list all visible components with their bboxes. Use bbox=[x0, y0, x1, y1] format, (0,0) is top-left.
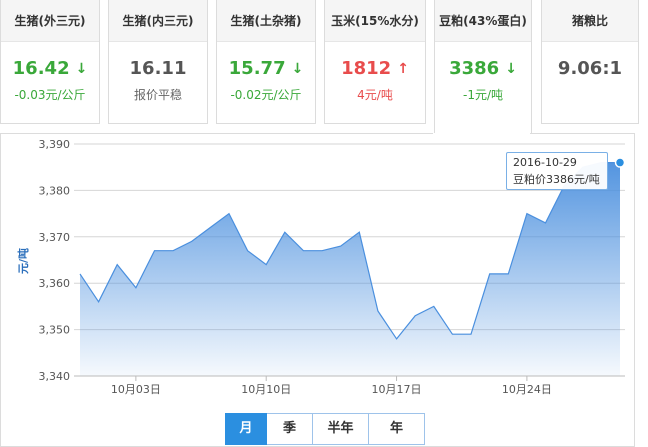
tooltip-date: 2016-10-29 bbox=[513, 156, 577, 169]
arrow-down-icon: ↓ bbox=[291, 61, 304, 77]
card-pig-local[interactable]: 生猪(土杂猪) 15.77 ↓ -0.02元/公斤 bbox=[216, 0, 316, 124]
tab-month[interactable]: 月 bbox=[225, 413, 267, 445]
tab-quarter[interactable]: 季 bbox=[267, 413, 313, 445]
tooltip-value: 豆粕价3386元/吨 bbox=[513, 173, 600, 186]
card-title: 生猪(土杂猪) bbox=[217, 0, 315, 42]
card-price: 3386 ↓ bbox=[449, 58, 517, 79]
highlight-point[interactable] bbox=[614, 157, 626, 168]
y-axis-ticks: 3,390 3,380 3,370 3,360 3,350 3,340 bbox=[39, 138, 71, 383]
chart-tooltip: 2016-10-29 豆粕价3386元/吨 bbox=[506, 152, 608, 190]
tab-half-year[interactable]: 半年 bbox=[313, 413, 369, 445]
x-axis-ticks: 10月03日 10月10日 10月17日 10月24日 bbox=[74, 375, 625, 396]
x-tick-label: 10月17日 bbox=[372, 383, 422, 396]
arrow-up-icon: ↑ bbox=[397, 61, 409, 77]
card-change: -0.02元/公斤 bbox=[230, 88, 302, 102]
card-pig-outer[interactable]: 生猪(外三元) 16.42 ↓ -0.03元/公斤 bbox=[0, 0, 100, 124]
card-price: 1812 ↑ bbox=[341, 58, 409, 79]
y-tick-label: 3,380 bbox=[39, 184, 71, 197]
card-change: -0.03元/公斤 bbox=[14, 88, 86, 102]
x-tick-label: 10月10日 bbox=[241, 383, 291, 396]
card-title: 玉米(15%水分) bbox=[325, 0, 425, 42]
arrow-down-icon: ↓ bbox=[505, 61, 517, 77]
card-title: 豆粕(43%蛋白) bbox=[435, 0, 531, 42]
y-tick-label: 3,370 bbox=[39, 231, 71, 244]
card-title: 生猪(外三元) bbox=[1, 0, 99, 42]
card-change: -1元/吨 bbox=[462, 88, 503, 102]
y-tick-label: 3,390 bbox=[39, 138, 71, 151]
card-title: 生猪(内三元) bbox=[109, 0, 207, 42]
series-area bbox=[80, 162, 620, 376]
card-price: 15.77 ↓ bbox=[228, 58, 304, 79]
y-tick-label: 3,350 bbox=[39, 324, 71, 337]
tab-year[interactable]: 年 bbox=[369, 413, 425, 445]
card-change bbox=[542, 87, 638, 103]
card-soymeal[interactable]: 豆粕(43%蛋白) 3386 ↓ -1元/吨 bbox=[434, 0, 532, 133]
card-price: 16.11 bbox=[129, 58, 187, 79]
x-tick-label: 10月03日 bbox=[111, 383, 161, 396]
card-price: 16.42 ↓ bbox=[12, 58, 88, 79]
card-price: 9.06:1 bbox=[557, 58, 623, 79]
y-tick-label: 3,340 bbox=[39, 370, 71, 383]
x-tick-label: 10月24日 bbox=[502, 383, 552, 396]
price-cards: 生猪(外三元) 16.42 ↓ -0.03元/公斤 生猪(内三元) 16.11 报… bbox=[0, 0, 648, 133]
y-tick-label: 3,360 bbox=[39, 277, 71, 290]
card-title: 猪粮比 bbox=[542, 0, 638, 42]
y-axis-label: 元/吨 bbox=[16, 248, 30, 274]
card-pig-inner[interactable]: 生猪(内三元) 16.11 报价平稳 bbox=[108, 0, 208, 124]
card-corn[interactable]: 玉米(15%水分) 1812 ↑ 4元/吨 bbox=[324, 0, 426, 124]
arrow-down-icon: ↓ bbox=[75, 61, 88, 77]
card-pig-grain-ratio[interactable]: 猪粮比 9.06:1 bbox=[541, 0, 639, 124]
card-change: 报价平稳 bbox=[133, 88, 182, 102]
range-tabs: 月 季 半年 年 bbox=[225, 413, 425, 445]
card-change: 4元/吨 bbox=[357, 88, 393, 102]
